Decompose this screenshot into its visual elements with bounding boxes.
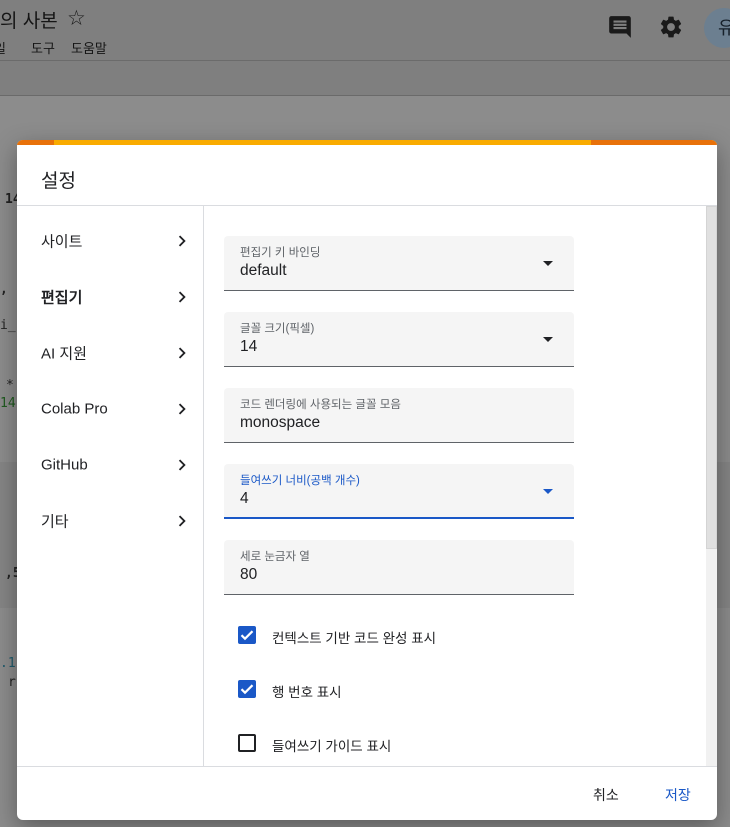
- nav-item-label: AI 지원: [41, 345, 87, 363]
- bg-fragment: ,: [0, 282, 8, 297]
- avatar[interactable]: 유: [704, 8, 730, 48]
- nav-item-github[interactable]: GitHub: [17, 437, 203, 493]
- field-label: 편집기 키 바인딩: [240, 247, 321, 259]
- field-label: 글꼴 크기(픽셀): [240, 323, 315, 335]
- settings-dialog: 설정 사이트 편집기 AI 지원 Colab Pro GitHub 기타 편집기…: [17, 140, 717, 820]
- nav-item-label: 기타: [41, 513, 69, 531]
- font-size-select[interactable]: 글꼴 크기(픽셀) 14: [224, 312, 574, 367]
- chevron-right-icon: [178, 403, 186, 415]
- notebook-title[interactable]: 의 사본: [0, 6, 58, 33]
- nav-item-label: Colab Pro: [41, 400, 108, 418]
- dropdown-arrow-icon: [543, 489, 553, 494]
- chevron-right-icon: [178, 515, 186, 527]
- field-value: 80: [240, 566, 258, 583]
- menu-file[interactable]: 일: [0, 38, 6, 57]
- checkbox-label: 컨텍스트 기반 코드 완성 표시: [272, 631, 437, 646]
- cancel-button[interactable]: 취소: [593, 785, 619, 805]
- field-label: 들여쓰기 너비(공백 개수): [240, 475, 360, 487]
- checkbox-unchecked[interactable]: [238, 734, 256, 752]
- chevron-right-icon: [178, 235, 186, 247]
- vertical-ruler-input[interactable]: 세로 눈금자 열 80: [224, 540, 574, 595]
- bg-fragment: 14: [0, 396, 16, 411]
- nav-item-editor[interactable]: 편집기: [17, 269, 203, 325]
- field-label: 코드 렌더링에 사용되는 글꼴 모음: [240, 399, 401, 411]
- save-button[interactable]: 저장: [665, 785, 691, 805]
- checkbox-label: 들여쓰기 가이드 표시: [272, 739, 392, 754]
- nav-item-label: 편집기: [41, 289, 83, 307]
- dialog-accent-left: [17, 140, 54, 145]
- scrollbar-thumb[interactable]: [706, 206, 717, 549]
- star-icon[interactable]: ☆: [67, 6, 86, 31]
- bg-fragment: *: [6, 378, 14, 393]
- field-label: 세로 눈금자 열: [240, 551, 310, 563]
- field-value: 4: [240, 490, 249, 507]
- nav-item-colab-pro[interactable]: Colab Pro: [17, 381, 203, 437]
- chevron-right-icon: [178, 347, 186, 359]
- app-header: 의 사본 ☆ 일 도구 도움말 유: [0, 0, 730, 96]
- gear-icon[interactable]: [658, 14, 684, 40]
- header-divider: [0, 60, 730, 61]
- editor-settings-panel: 편집기 키 바인딩 default 글꼴 크기(픽셀) 14 코드 렌더링에 사…: [204, 206, 717, 766]
- check-icon: [240, 684, 254, 695]
- bg-fragment: i_: [0, 318, 16, 333]
- field-value: monospace: [240, 414, 321, 431]
- field-value: 14: [240, 338, 258, 355]
- comment-icon[interactable]: [607, 14, 633, 40]
- chevron-right-icon: [178, 459, 186, 471]
- dialog-accent-right: [591, 140, 717, 145]
- nav-item-ai-assist[interactable]: AI 지원: [17, 325, 203, 381]
- footer-divider: [17, 766, 717, 767]
- bg-fragment: .1: [0, 656, 16, 671]
- checkbox-label: 행 번호 표시: [272, 685, 342, 700]
- chevron-right-icon: [178, 291, 186, 303]
- indent-width-select[interactable]: 들여쓰기 너비(공백 개수) 4: [224, 464, 574, 519]
- nav-item-misc[interactable]: 기타: [17, 493, 203, 549]
- checkbox-checked[interactable]: [238, 680, 256, 698]
- checkbox-checked[interactable]: [238, 626, 256, 644]
- dropdown-arrow-icon: [543, 261, 553, 266]
- dropdown-arrow-icon: [543, 337, 553, 342]
- dialog-title: 설정: [41, 171, 76, 192]
- field-value: default: [240, 262, 287, 279]
- nav-item-site[interactable]: 사이트: [17, 213, 203, 269]
- check-icon: [240, 630, 254, 641]
- bg-fragment: r: [8, 675, 16, 690]
- menu-tools[interactable]: 도구: [31, 38, 55, 57]
- nav-item-label: GitHub: [41, 456, 88, 474]
- menu-help[interactable]: 도움말: [71, 38, 107, 57]
- key-binding-select[interactable]: 편집기 키 바인딩 default: [224, 236, 574, 291]
- font-family-input[interactable]: 코드 렌더링에 사용되는 글꼴 모음 monospace: [224, 388, 574, 443]
- nav-item-label: 사이트: [41, 233, 83, 251]
